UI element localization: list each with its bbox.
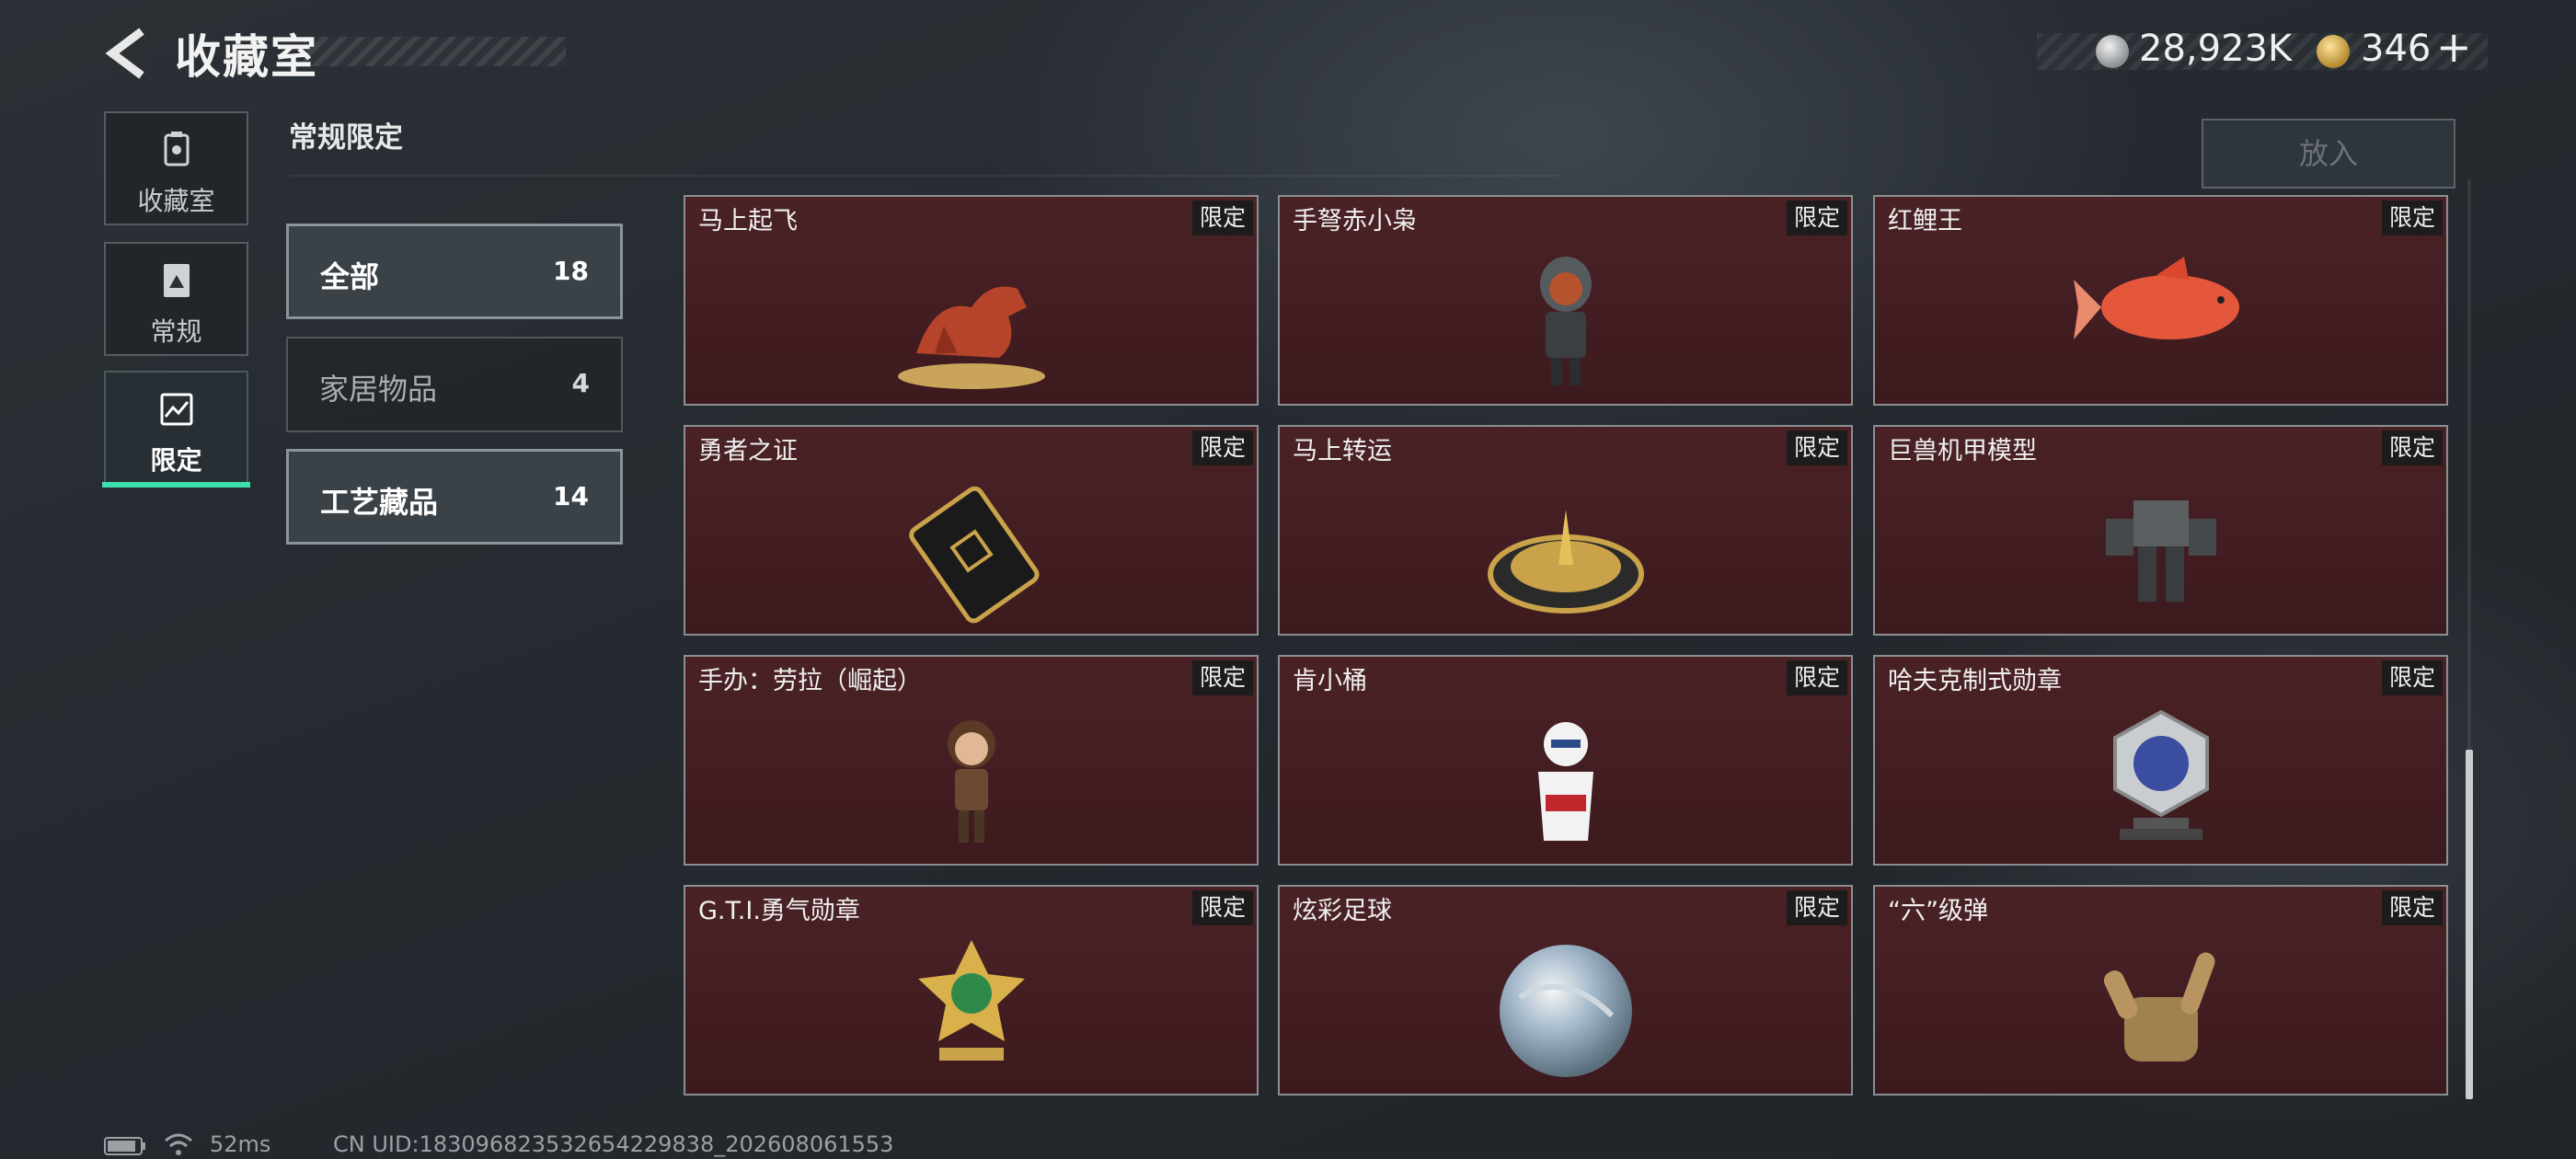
nav-item-label: 收藏室 (137, 186, 215, 216)
turntable-icon (1487, 510, 1644, 614)
limited-badge: 限定 (2382, 430, 2443, 465)
limited-badge: 限定 (1192, 430, 1253, 465)
item-card-six-bullet[interactable]: “六”级弹 限定 (1873, 885, 2448, 1096)
item-name: 肯小桶 (1293, 667, 1367, 695)
limited-badge: 限定 (1192, 890, 1253, 925)
add-gems-button[interactable]: + (2436, 22, 2472, 72)
section-title: 常规限定 (289, 121, 403, 155)
title-stripe-decoration (304, 37, 566, 66)
category-count: 18 (553, 256, 589, 286)
nav-item-label: 限定 (150, 445, 202, 476)
item-card-lara-figure[interactable]: 手办：劳拉（崛起） 限定 (684, 655, 1259, 866)
item-name: 红鲤王 (1888, 207, 1962, 235)
item-card-gti-medal[interactable]: G.T.I.勇气勋章 限定 (684, 885, 1259, 1096)
item-name: 勇者之证 (698, 437, 798, 465)
section-divider (289, 175, 1558, 177)
battery-icon (104, 1137, 145, 1155)
category-home-items[interactable]: 家居物品 4 (286, 337, 623, 432)
limited-badge: 限定 (2382, 201, 2443, 235)
page-title: 收藏室 (175, 30, 318, 84)
hooded-figure-icon (1539, 257, 1592, 385)
card-emblem-icon (908, 486, 1040, 624)
trash-bin-icon (164, 132, 190, 166)
map-icon (160, 393, 193, 426)
item-card-red-carp[interactable]: 红鲤王 限定 (1873, 195, 2448, 406)
lara-figure-icon (947, 720, 995, 843)
category-name: 家居物品 (319, 372, 438, 407)
category-count: 14 (553, 481, 589, 511)
item-name: 马上转运 (1293, 437, 1392, 465)
gem-balance: 346 (2361, 28, 2432, 70)
coin-balance: 28,923K (2139, 28, 2293, 70)
item-name: 马上起飞 (698, 207, 798, 235)
item-card-kfc-bucket[interactable]: 肯小桶 限定 (1278, 655, 1853, 866)
active-tab-indicator (102, 482, 250, 488)
limited-badge: 限定 (2382, 660, 2443, 695)
star-medal-icon (917, 940, 1025, 1061)
item-card-fortune-turntable[interactable]: 马上转运 限定 (1278, 425, 1853, 636)
hand-sign-icon (2103, 952, 2215, 1061)
item-card-crossbow-figure[interactable]: 手弩赤小枭 限定 (1278, 195, 1853, 406)
limited-badge: 限定 (1192, 201, 1253, 235)
item-name: G.T.I.勇气勋章 (698, 897, 860, 925)
put-in-button[interactable]: 放入 (2202, 119, 2455, 189)
category-name: 全部 (320, 259, 380, 294)
category-name: 工艺藏品 (320, 485, 439, 520)
limited-badge: 限定 (1787, 660, 1847, 695)
limited-badge: 限定 (1192, 660, 1253, 695)
mech-robot-icon (2105, 500, 2216, 602)
category-count: 4 (571, 368, 590, 398)
item-card-brave-token[interactable]: 勇者之证 限定 (684, 425, 1259, 636)
coin-icon (2096, 35, 2129, 68)
nav-item-normal[interactable]: 常规 (104, 242, 248, 356)
nav-item-limited[interactable]: 限定 (104, 371, 248, 485)
item-card-horse-takeoff[interactable]: 马上起飞 限定 (684, 195, 1259, 406)
item-name: 手弩赤小枭 (1293, 207, 1417, 235)
item-card-mech-model[interactable]: 巨兽机甲模型 限定 (1873, 425, 2448, 636)
item-card-haavk-medal[interactable]: 哈夫克制式勋章 限定 (1873, 655, 2448, 866)
limited-badge: 限定 (2382, 890, 2443, 925)
network-ping: 52ms (210, 1131, 271, 1157)
item-name: 炫彩足球 (1293, 897, 1392, 925)
scrollbar-thumb[interactable] (2466, 750, 2473, 1099)
back-arrow-icon[interactable] (101, 26, 156, 81)
nav-item-label: 常规 (150, 316, 202, 347)
colonel-figure-icon (1537, 722, 1593, 841)
horse-statue-icon (897, 286, 1045, 389)
category-all[interactable]: 全部 18 (286, 224, 623, 319)
item-name: 手办：劳拉（崛起） (698, 667, 922, 695)
carp-fish-icon (2073, 257, 2239, 339)
item-name: 巨兽机甲模型 (1888, 437, 2037, 465)
item-name: 哈夫克制式勋章 (1888, 667, 2062, 695)
wifi-icon (165, 1133, 192, 1155)
nav-item-collection[interactable]: 收藏室 (104, 111, 248, 225)
item-card-colorful-football[interactable]: 炫彩足球 限定 (1278, 885, 1853, 1096)
limited-badge: 限定 (1787, 201, 1847, 235)
gem-icon (2317, 35, 2350, 68)
limited-badge: 限定 (1787, 430, 1847, 465)
football-icon (1499, 945, 1632, 1077)
user-uid: CN UID:18309682353265422983​8_2026080615… (333, 1131, 894, 1157)
hexagon-medal-icon (2112, 709, 2209, 840)
document-icon (164, 264, 190, 297)
category-craft-collectibles[interactable]: 工艺藏品 14 (286, 449, 623, 545)
limited-badge: 限定 (1787, 890, 1847, 925)
item-name: “六”级弹 (1888, 897, 1988, 925)
